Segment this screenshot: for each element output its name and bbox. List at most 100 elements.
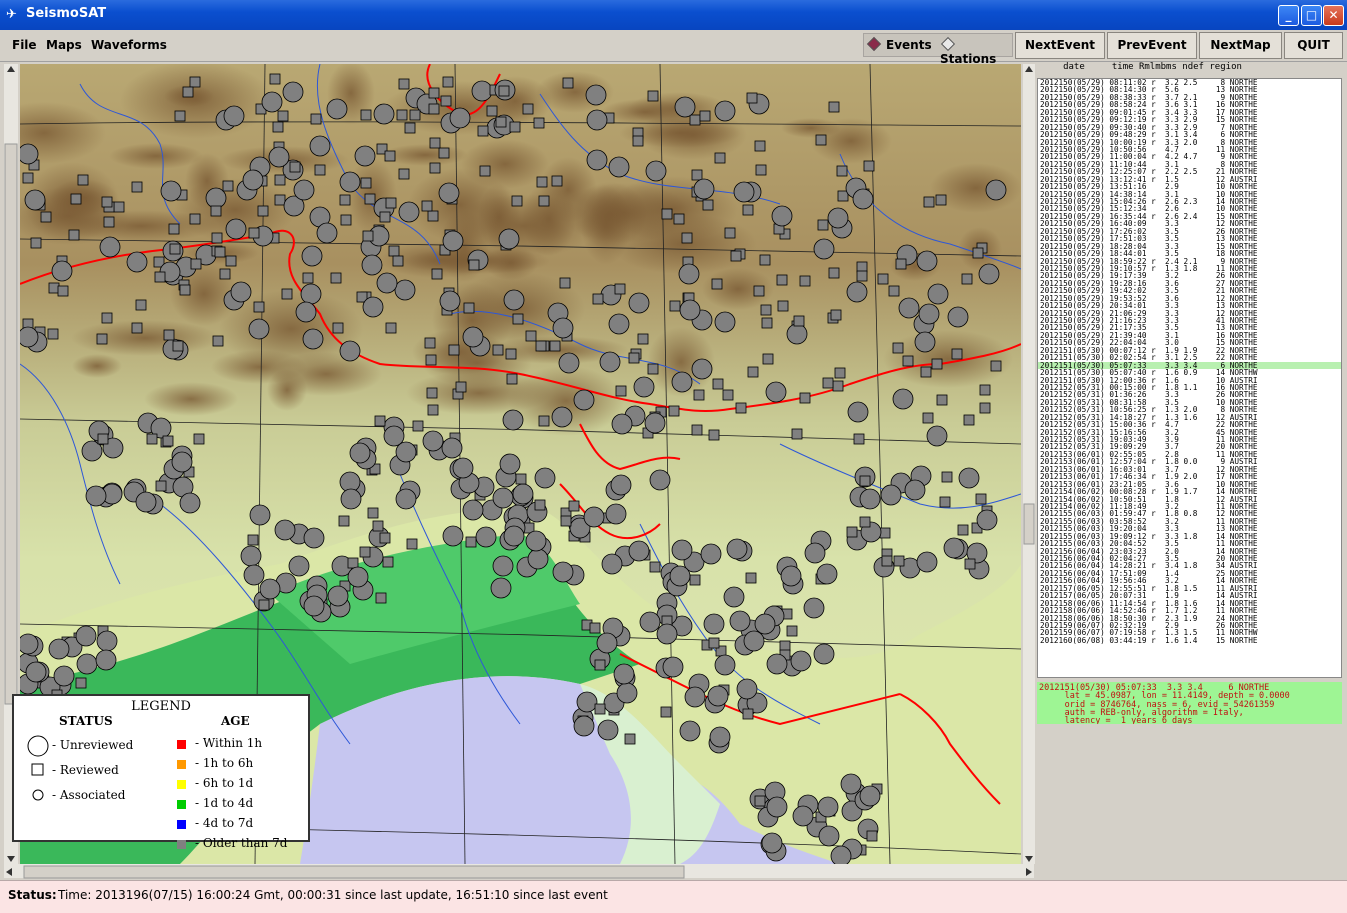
- reviewed-event-marker[interactable]: [754, 795, 766, 807]
- reviewed-event-marker[interactable]: [689, 114, 701, 126]
- unreviewed-event-marker[interactable]: [847, 401, 869, 423]
- reviewed-event-marker[interactable]: [498, 85, 510, 97]
- reviewed-event-marker[interactable]: [628, 352, 640, 364]
- unreviewed-event-marker[interactable]: [534, 467, 556, 489]
- reviewed-event-marker[interactable]: [360, 109, 372, 121]
- event-row[interactable]: 2012156(06/04) 23:03:23 2.0 14 NORTHE: [1038, 548, 1341, 555]
- reviewed-event-marker[interactable]: [815, 134, 827, 146]
- reviewed-event-marker[interactable]: [589, 622, 601, 634]
- reviewed-event-marker[interactable]: [525, 330, 537, 342]
- event-row[interactable]: 2012150(05/29) 17:26:02 3.5 26 NORTHE: [1038, 228, 1341, 235]
- reviewed-event-marker[interactable]: [681, 232, 693, 244]
- reviewed-event-marker[interactable]: [332, 322, 344, 334]
- reviewed-event-marker[interactable]: [281, 288, 293, 300]
- reviewed-event-marker[interactable]: [409, 109, 421, 121]
- reviewed-event-marker[interactable]: [747, 366, 759, 378]
- reviewed-event-marker[interactable]: [247, 534, 259, 546]
- event-row[interactable]: 2012150(05/29) 08:11:02 r 3.2 2.5 8 NORT…: [1038, 79, 1341, 86]
- unreviewed-event-marker[interactable]: [354, 145, 376, 167]
- unreviewed-event-marker[interactable]: [679, 720, 701, 742]
- reviewed-event-marker[interactable]: [154, 271, 166, 283]
- event-row[interactable]: 2012152(05/31) 15:00:36 r 4.7 22 NORTHE: [1038, 421, 1341, 428]
- event-row[interactable]: 2012150(05/29) 21:39:40 3.1 16 NORTHE: [1038, 332, 1341, 339]
- reviewed-event-marker[interactable]: [225, 255, 237, 267]
- close-button[interactable]: ✕: [1323, 5, 1344, 26]
- reviewed-event-marker[interactable]: [559, 277, 571, 289]
- unreviewed-event-marker[interactable]: [597, 719, 619, 741]
- reviewed-event-marker[interactable]: [398, 168, 410, 180]
- unreviewed-event-marker[interactable]: [471, 80, 493, 102]
- reviewed-event-marker[interactable]: [902, 355, 914, 367]
- unreviewed-event-marker[interactable]: [349, 442, 371, 464]
- reviewed-event-marker[interactable]: [412, 420, 424, 432]
- unreviewed-event-marker[interactable]: [605, 503, 627, 525]
- unreviewed-event-marker[interactable]: [361, 254, 383, 276]
- reviewed-event-marker[interactable]: [920, 366, 932, 378]
- unreviewed-event-marker[interactable]: [452, 457, 474, 479]
- event-row[interactable]: 2012155(06/03) 20:04:52 3.5 11 NORTHE: [1038, 540, 1341, 547]
- unreviewed-event-marker[interactable]: [613, 663, 635, 685]
- unreviewed-event-marker[interactable]: [859, 488, 881, 510]
- reviewed-event-marker[interactable]: [534, 499, 546, 511]
- event-row[interactable]: 2012150(05/29) 22:04:04 3.0 15 NORTHE: [1038, 339, 1341, 346]
- reviewed-event-marker[interactable]: [893, 555, 905, 567]
- reviewed-event-marker[interactable]: [761, 317, 773, 329]
- unreviewed-event-marker[interactable]: [490, 577, 512, 599]
- reviewed-event-marker[interactable]: [533, 117, 545, 129]
- reviewed-event-marker[interactable]: [428, 103, 440, 115]
- reviewed-event-marker[interactable]: [702, 199, 714, 211]
- reviewed-event-marker[interactable]: [30, 237, 42, 249]
- reviewed-event-marker[interactable]: [477, 125, 489, 137]
- event-row[interactable]: 2012150(05/29) 16:40:09 3.3 12 NORTHE: [1038, 220, 1341, 227]
- reviewed-event-marker[interactable]: [979, 402, 991, 414]
- unreviewed-event-marker[interactable]: [300, 283, 322, 305]
- reviewed-event-marker[interactable]: [990, 360, 1002, 372]
- reviewed-event-marker[interactable]: [724, 227, 736, 239]
- reviewed-event-marker[interactable]: [515, 473, 527, 485]
- reviewed-event-marker[interactable]: [799, 392, 811, 404]
- reviewed-event-marker[interactable]: [168, 223, 180, 235]
- unreviewed-event-marker[interactable]: [679, 299, 701, 321]
- unreviewed-event-marker[interactable]: [611, 413, 633, 435]
- reviewed-event-marker[interactable]: [131, 181, 143, 193]
- reviewed-event-marker[interactable]: [190, 258, 202, 270]
- reviewed-event-marker[interactable]: [182, 86, 194, 98]
- event-row[interactable]: 2012158(06/06) 18:50:30 r 2.3 1.9 24 NOR…: [1038, 615, 1341, 622]
- reviewed-event-marker[interactable]: [551, 175, 563, 187]
- event-row[interactable]: 2012150(05/29) 18:59:22 r 2.4 2.1 9 NORT…: [1038, 258, 1341, 265]
- menu-waveforms[interactable]: Waveforms: [91, 38, 167, 52]
- unreviewed-event-marker[interactable]: [398, 201, 420, 223]
- reviewed-event-marker[interactable]: [877, 273, 889, 285]
- reviewed-event-marker[interactable]: [759, 254, 771, 266]
- reviewed-event-marker[interactable]: [248, 227, 260, 239]
- reviewed-event-marker[interactable]: [791, 428, 803, 440]
- event-row[interactable]: 2012150(05/29) 19:42:02 3.5 21 NORTHE: [1038, 287, 1341, 294]
- reviewed-event-marker[interactable]: [48, 282, 60, 294]
- reviewed-event-marker[interactable]: [362, 230, 374, 242]
- reviewed-event-marker[interactable]: [442, 76, 454, 88]
- unreviewed-event-marker[interactable]: [754, 613, 776, 635]
- reviewed-event-marker[interactable]: [379, 532, 391, 544]
- reviewed-event-marker[interactable]: [762, 353, 774, 365]
- event-row[interactable]: 2012158(06/06) 14:52:46 r 1.7 1.2 11 NOR…: [1038, 607, 1341, 614]
- unreviewed-event-marker[interactable]: [301, 245, 323, 267]
- unreviewed-event-marker[interactable]: [840, 773, 862, 795]
- reviewed-event-marker[interactable]: [779, 640, 791, 652]
- unreviewed-event-marker[interactable]: [766, 796, 788, 818]
- unreviewed-event-marker[interactable]: [76, 653, 98, 675]
- event-row[interactable]: 2012155(06/03) 19:09:12 r 3.3 1.8 14 NOR…: [1038, 533, 1341, 540]
- unreviewed-event-marker[interactable]: [573, 715, 595, 737]
- reviewed-event-marker[interactable]: [339, 194, 351, 206]
- unreviewed-event-marker[interactable]: [261, 91, 283, 113]
- event-row[interactable]: 2012150(05/29) 14:38:14 3.1 10 NORTHE: [1038, 191, 1341, 198]
- unreviewed-event-marker[interactable]: [765, 381, 787, 403]
- map-right-scrollbar[interactable]: [1023, 64, 1035, 864]
- event-list[interactable]: 2012150(05/29) 08:11:02 r 3.2 2.5 8 NORT…: [1037, 78, 1342, 678]
- unreviewed-event-marker[interactable]: [462, 499, 484, 521]
- reviewed-event-marker[interactable]: [426, 387, 438, 399]
- reviewed-event-marker[interactable]: [691, 169, 703, 181]
- unreviewed-event-marker[interactable]: [303, 527, 325, 549]
- reviewed-event-marker[interactable]: [214, 246, 226, 258]
- unreviewed-event-marker[interactable]: [927, 283, 949, 305]
- unreviewed-event-marker[interactable]: [644, 412, 666, 434]
